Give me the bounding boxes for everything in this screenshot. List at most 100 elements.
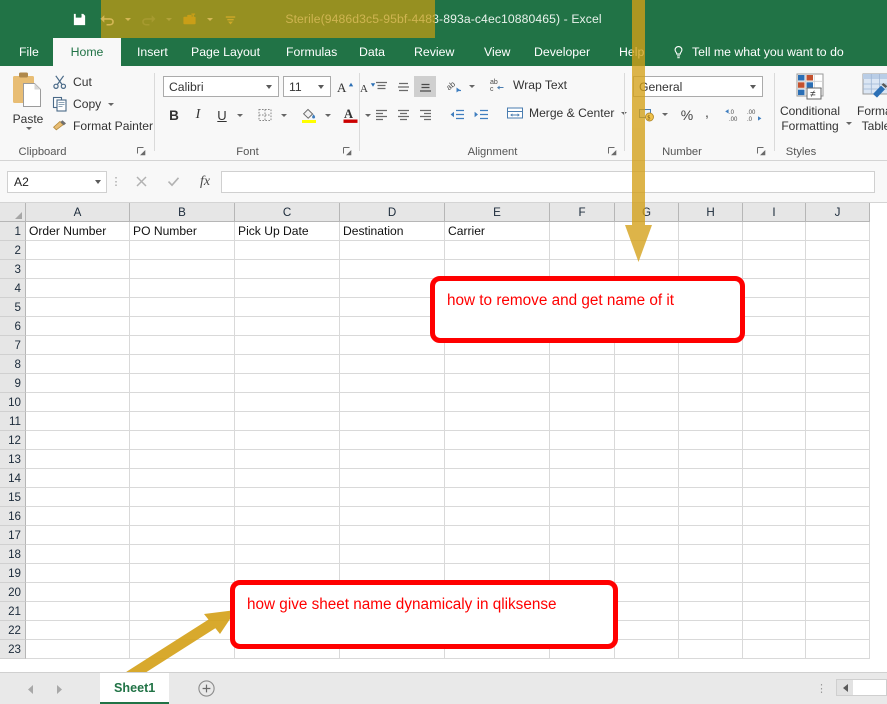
cell-A22[interactable] <box>26 621 130 640</box>
cell-I19[interactable] <box>743 564 806 583</box>
cell-A12[interactable] <box>26 431 130 450</box>
cell-H11[interactable] <box>679 412 743 431</box>
cell-I10[interactable] <box>743 393 806 412</box>
cell-J14[interactable] <box>806 469 870 488</box>
cell-I17[interactable] <box>743 526 806 545</box>
cell-H10[interactable] <box>679 393 743 412</box>
tab-review[interactable]: Review <box>405 38 463 66</box>
paste-dropdown-icon[interactable] <box>26 127 32 130</box>
cell-H17[interactable] <box>679 526 743 545</box>
cell-G1[interactable] <box>615 222 679 241</box>
row-header-17[interactable]: 17 <box>0 526 26 545</box>
decrease-decimal-button[interactable]: .00.0 <box>745 104 767 125</box>
next-sheet-icon[interactable] <box>48 681 70 697</box>
orientation-dropdown-icon[interactable] <box>466 76 478 97</box>
cell-G20[interactable] <box>615 583 679 602</box>
copy-button[interactable]: Copy <box>52 96 115 112</box>
cell-A20[interactable] <box>26 583 130 602</box>
cell-B3[interactable] <box>130 260 235 279</box>
cell-J3[interactable] <box>806 260 870 279</box>
cell-D18[interactable] <box>340 545 445 564</box>
accounting-format-button[interactable]: $ <box>635 104 659 125</box>
cell-F15[interactable] <box>550 488 615 507</box>
cell-H1[interactable] <box>679 222 743 241</box>
cell-B20[interactable] <box>130 583 235 602</box>
cell-I1[interactable] <box>743 222 806 241</box>
cell-D7[interactable] <box>340 336 445 355</box>
cell-G11[interactable] <box>615 412 679 431</box>
cell-H16[interactable] <box>679 507 743 526</box>
cell-C3[interactable] <box>235 260 340 279</box>
cell-A11[interactable] <box>26 412 130 431</box>
cell-D9[interactable] <box>340 374 445 393</box>
cell-C16[interactable] <box>235 507 340 526</box>
tab-file[interactable]: File <box>10 38 48 66</box>
cell-I16[interactable] <box>743 507 806 526</box>
cell-F10[interactable] <box>550 393 615 412</box>
cell-A19[interactable] <box>26 564 130 583</box>
cell-J15[interactable] <box>806 488 870 507</box>
undo-icon[interactable] <box>94 6 120 32</box>
cell-H20[interactable] <box>679 583 743 602</box>
cell-D17[interactable] <box>340 526 445 545</box>
row-header-2[interactable]: 2 <box>0 241 26 260</box>
column-header-c[interactable]: C <box>235 203 340 222</box>
cell-I15[interactable] <box>743 488 806 507</box>
insert-function-icon[interactable]: fx <box>189 170 221 194</box>
cell-H12[interactable] <box>679 431 743 450</box>
cell-H21[interactable] <box>679 602 743 621</box>
tab-developer[interactable]: Developer <box>525 38 599 66</box>
cell-A17[interactable] <box>26 526 130 545</box>
select-all-corner[interactable] <box>0 203 26 222</box>
cell-I9[interactable] <box>743 374 806 393</box>
cell-F8[interactable] <box>550 355 615 374</box>
cell-C17[interactable] <box>235 526 340 545</box>
cell-B11[interactable] <box>130 412 235 431</box>
cell-B15[interactable] <box>130 488 235 507</box>
cell-A1[interactable]: Order Number <box>26 222 130 241</box>
cell-F14[interactable] <box>550 469 615 488</box>
cell-B1[interactable]: PO Number <box>130 222 235 241</box>
cell-C11[interactable] <box>235 412 340 431</box>
cell-J23[interactable] <box>806 640 870 659</box>
cell-J8[interactable] <box>806 355 870 374</box>
row-header-11[interactable]: 11 <box>0 412 26 431</box>
cell-H8[interactable] <box>679 355 743 374</box>
cell-I14[interactable] <box>743 469 806 488</box>
cell-J20[interactable] <box>806 583 870 602</box>
column-header-e[interactable]: E <box>445 203 550 222</box>
cell-C14[interactable] <box>235 469 340 488</box>
cell-I20[interactable] <box>743 583 806 602</box>
tab-help[interactable]: Help <box>610 38 653 66</box>
cell-A3[interactable] <box>26 260 130 279</box>
cell-J1[interactable] <box>806 222 870 241</box>
row-header-22[interactable]: 22 <box>0 621 26 640</box>
cell-J6[interactable] <box>806 317 870 336</box>
column-header-b[interactable]: B <box>130 203 235 222</box>
row-header-21[interactable]: 21 <box>0 602 26 621</box>
borders-dropdown-icon[interactable] <box>277 104 290 126</box>
column-header-f[interactable]: F <box>550 203 615 222</box>
font-dialog-launcher[interactable] <box>342 146 353 157</box>
cell-I13[interactable] <box>743 450 806 469</box>
row-header-20[interactable]: 20 <box>0 583 26 602</box>
cell-G15[interactable] <box>615 488 679 507</box>
cell-D3[interactable] <box>340 260 445 279</box>
cell-E14[interactable] <box>445 469 550 488</box>
row-header-3[interactable]: 3 <box>0 260 26 279</box>
cell-H2[interactable] <box>679 241 743 260</box>
align-top-button[interactable] <box>370 76 392 97</box>
customize-quick-access-icon[interactable] <box>217 6 243 32</box>
cell-G16[interactable] <box>615 507 679 526</box>
cut-button[interactable]: Cut <box>52 74 92 90</box>
cell-H15[interactable] <box>679 488 743 507</box>
cell-A6[interactable] <box>26 317 130 336</box>
cell-F17[interactable] <box>550 526 615 545</box>
cell-A14[interactable] <box>26 469 130 488</box>
number-format-dropdown-icon[interactable] <box>746 77 760 96</box>
cell-A13[interactable] <box>26 450 130 469</box>
cell-G13[interactable] <box>615 450 679 469</box>
bold-button[interactable]: B <box>163 104 185 126</box>
touch-mode-dropdown-icon[interactable] <box>204 6 215 32</box>
cell-E8[interactable] <box>445 355 550 374</box>
